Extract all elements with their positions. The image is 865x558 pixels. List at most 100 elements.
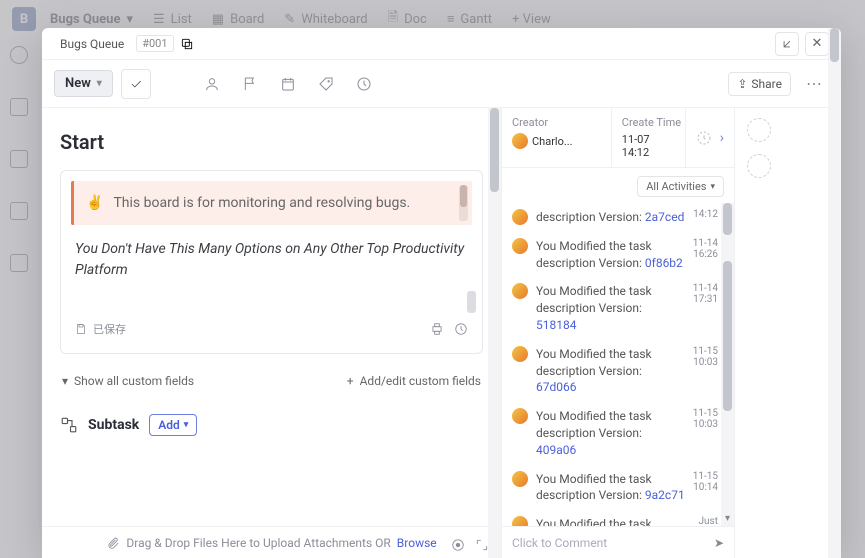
rail-user-icon[interactable]	[747, 154, 771, 178]
breadcrumb[interactable]: Bugs Queue	[54, 35, 130, 53]
avatar	[512, 238, 528, 254]
add-fields[interactable]: +Add/edit custom fields	[347, 374, 481, 388]
activity-time: 11-1510:03	[693, 408, 718, 458]
avatar	[512, 408, 528, 424]
avatar	[512, 209, 528, 225]
activity-time: 11-1510:14	[693, 471, 718, 505]
description-text[interactable]: You Don't Have This Many Options on Any …	[61, 235, 482, 315]
close-button[interactable]: ✕	[805, 32, 829, 56]
notice-scrollbar[interactable]	[459, 185, 468, 221]
comment-box[interactable]: Click to Comment ➤	[502, 526, 734, 558]
feed-scrollbar[interactable]: ▴ ▾	[721, 203, 734, 526]
subtask-label: Subtask	[88, 417, 139, 433]
flag-icon[interactable]	[235, 69, 265, 99]
chevron-down-icon: ▾	[62, 374, 68, 388]
left-scroll: Start ✌️ This board is for monitoring an…	[42, 108, 501, 526]
rail-clock-icon[interactable]	[747, 118, 771, 142]
send-icon[interactable]: ➤	[714, 536, 724, 550]
activity-item: You Modified the task description Versio…	[512, 277, 728, 339]
left-scrollbar[interactable]	[488, 108, 501, 558]
browse-link[interactable]: Browse	[397, 536, 437, 550]
complete-button[interactable]	[121, 69, 151, 99]
description-card: ✌️ This board is for monitoring and reso…	[60, 170, 483, 354]
popout-icon[interactable]	[180, 37, 194, 51]
expand-icon[interactable]	[475, 538, 489, 552]
history-icon[interactable]	[454, 322, 468, 336]
activity-text: You Modified the task description Versio…	[536, 346, 685, 396]
version-link[interactable]: 9a2c71	[645, 488, 685, 502]
activity-text: You Modified the task description Versio…	[536, 471, 685, 505]
activity-time: 11-1416:26	[693, 238, 718, 272]
right-rail	[734, 108, 782, 558]
task-modal: Bugs Queue #001 ✕ New▾ ⇪Share ⋯ Start ✌️…	[42, 28, 841, 558]
activity-item: You Modified the task description Versio…	[512, 340, 728, 402]
left-pane: Start ✌️ This board is for monitoring an…	[42, 108, 502, 558]
version-link[interactable]: 0f86b2	[645, 256, 683, 270]
activity-text: description Version: 2a7ced	[536, 209, 685, 226]
clock-dashed-icon[interactable]	[696, 130, 712, 146]
create-time-label: Create Time	[622, 116, 675, 129]
activity-item: You Modified the task description Versio…	[512, 510, 728, 526]
estimate-icon[interactable]	[349, 69, 379, 99]
avatar	[512, 133, 528, 149]
task-id: #001	[136, 35, 173, 52]
desc-scrollbar[interactable]	[467, 291, 476, 313]
record-icon[interactable]	[451, 538, 465, 552]
avatar	[512, 471, 528, 487]
chevron-down-icon: ▾	[184, 420, 189, 430]
notice-banner: ✌️ This board is for monitoring and reso…	[71, 181, 472, 225]
activity-pane: Creator Charlo... Create Time 11-0714:12…	[502, 108, 734, 558]
dropzone[interactable]: Drag & Drop Files Here to Upload Attachm…	[42, 526, 501, 558]
activity-text: You Modified the task description Versio…	[536, 238, 685, 272]
add-subtask-button[interactable]: Add▾	[149, 414, 197, 436]
activity-item: You Modified the task description Versio…	[512, 402, 728, 464]
avatar	[512, 516, 528, 526]
meta-header: Creator Charlo... Create Time 11-0714:12…	[502, 108, 734, 168]
modal-body: Start ✌️ This board is for monitoring an…	[42, 108, 841, 558]
version-link[interactable]: 2a7ced	[645, 210, 684, 224]
minimize-button[interactable]	[775, 32, 799, 56]
modal-toolbar: New▾ ⇪Share ⋯	[42, 60, 841, 108]
save-icon	[75, 323, 87, 335]
modal-header: Bugs Queue #001 ✕	[42, 28, 841, 60]
version-link[interactable]: 67d066	[536, 380, 577, 394]
activity-text: You Modified the task description Versio…	[536, 283, 685, 333]
activity-time: 11-1510:03	[693, 346, 718, 396]
custom-fields-row: ▾Show all custom fields +Add/edit custom…	[60, 370, 483, 392]
page-title: Start	[60, 130, 483, 154]
activity-feed: ▴ ▾ description Version: 2a7ced 14:12 You …	[502, 203, 734, 526]
version-link[interactable]: 409a06	[536, 443, 576, 457]
right-scrollbar[interactable]	[828, 28, 841, 558]
creator-name: Charlo...	[532, 135, 573, 148]
status-button[interactable]: New▾	[54, 70, 113, 97]
notice-emoji: ✌️	[86, 195, 103, 211]
share-button[interactable]: ⇪Share	[728, 72, 791, 96]
activity-text: You Modified the task description Versio…	[536, 408, 685, 458]
more-icon[interactable]: ⋯	[799, 69, 829, 99]
activity-item: You Modified the task description Versio…	[512, 465, 728, 511]
activity-filter-row: All Activities▾	[502, 168, 734, 203]
version-link[interactable]: 518184	[536, 318, 576, 332]
activity-filter[interactable]: All Activities▾	[637, 176, 724, 197]
activity-time: JustNow	[698, 516, 718, 526]
show-fields-toggle[interactable]: ▾Show all custom fields	[62, 374, 194, 388]
avatar	[512, 346, 528, 362]
activity-time: 11-1417:31	[693, 283, 718, 333]
assignee-icon[interactable]	[197, 69, 227, 99]
subtask-row: Subtask Add▾	[60, 414, 483, 436]
subtask-icon	[60, 416, 78, 434]
activity-item: description Version: 2a7ced 14:12	[512, 203, 728, 232]
chevron-right-icon[interactable]: ›	[720, 130, 724, 146]
avatar	[512, 283, 528, 299]
tag-icon[interactable]	[311, 69, 341, 99]
activity-time: 14:12	[693, 209, 718, 226]
print-icon[interactable]	[430, 322, 444, 336]
activity-item: You Modified the task description Versio…	[512, 232, 728, 278]
notice-text: This board is for monitoring and resolvi…	[113, 195, 410, 211]
saved-row: 已保存	[61, 315, 482, 343]
activity-text: You Modified the task description Versio…	[536, 516, 690, 526]
scroll-down-icon[interactable]: ▾	[721, 513, 734, 524]
chevron-down-icon: ▾	[97, 78, 102, 89]
attachment-icon	[106, 536, 120, 550]
calendar-icon[interactable]	[273, 69, 303, 99]
